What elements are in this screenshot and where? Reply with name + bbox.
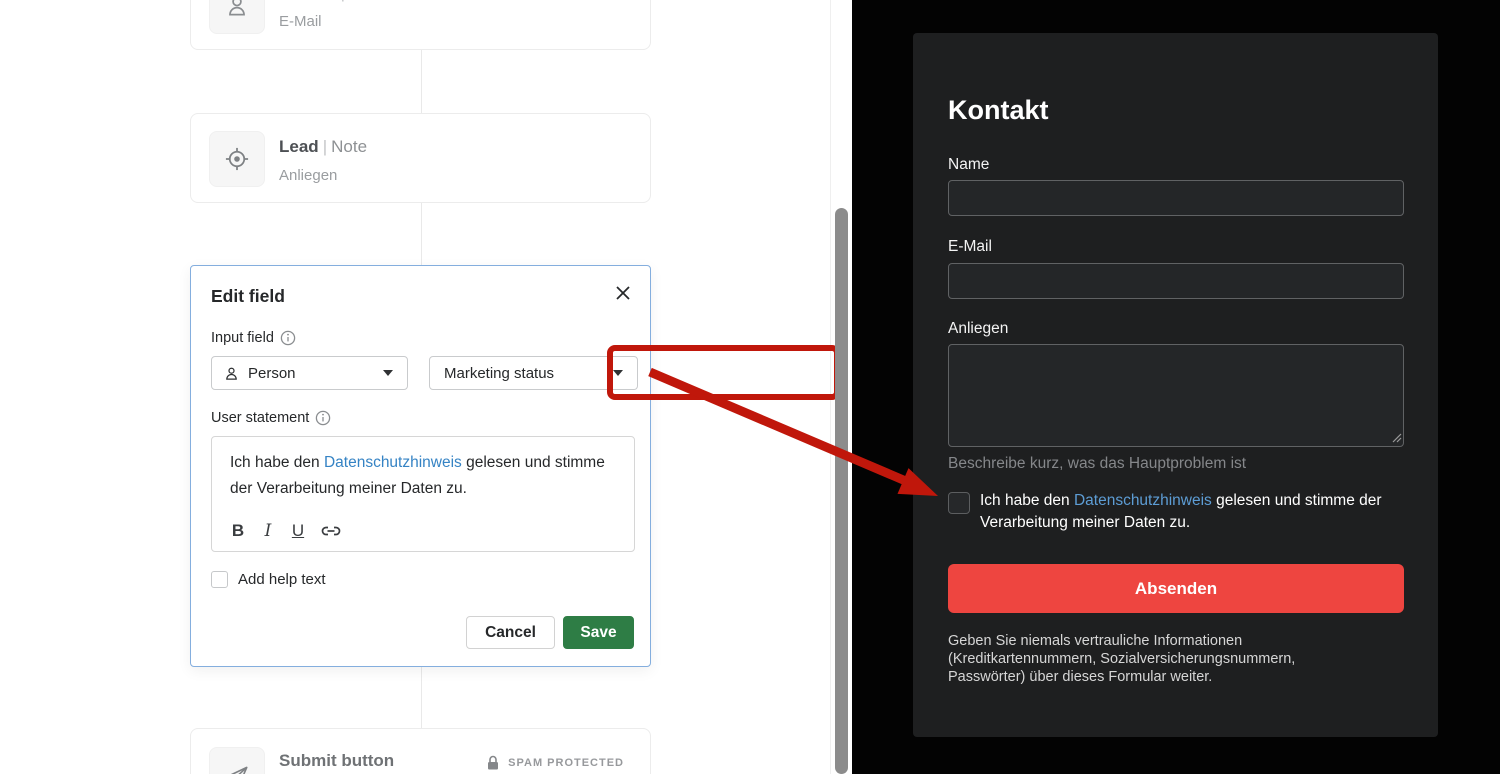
field-card-title: Submit button [279,751,394,771]
statement-text: Ich habe den Datenschutzhinweis gelesen … [230,450,620,502]
underline-button[interactable]: U [290,521,306,541]
edit-field-dialog: Edit field Input field Person Marketing … [190,265,651,667]
email-label: E-Mail [948,238,992,256]
name-input[interactable] [948,180,1404,216]
preview-pane: Kontakt Name E-Mail Anliegen Beschreibe … [852,0,1500,774]
name-label: Name [948,156,989,174]
field-dropdown[interactable]: Marketing status [429,356,638,390]
lock-icon [486,755,500,771]
field-card-title: Lead|Note [279,137,367,157]
note-textarea[interactable] [948,344,1404,447]
note-label: Anliegen [948,320,1008,338]
user-statement-label: User statement [211,410,331,426]
add-help-text-checkbox[interactable] [211,571,228,588]
entity-dropdown-value: Person [248,365,296,382]
datenschutz-link[interactable]: Datenschutzhinweis [324,454,462,471]
info-icon[interactable] [315,410,331,426]
disclaimer-text: Geben Sie niemals vertrauliche Informati… [948,632,1338,686]
red-highlight-rectangle [607,345,840,400]
submit-button[interactable]: Absenden [948,564,1404,613]
save-button[interactable]: Save [563,616,634,649]
spam-protected-badge: SPAM PROTECTED [486,755,624,771]
note-helper-text: Beschreibe kurz, was das Hauptproblem is… [948,455,1246,473]
datenschutz-link-preview[interactable]: Datenschutzhinweis [1074,492,1212,509]
connector-line [421,203,422,265]
bold-button[interactable]: B [230,521,246,541]
connector-line [421,50,422,113]
canvas-edge-divider [830,0,831,774]
field-card-lead-note[interactable]: Lead|Note Anliegen [190,113,651,203]
entity-dropdown[interactable]: Person [211,356,408,390]
cancel-button[interactable]: Cancel [466,616,555,649]
person-icon [224,366,239,381]
scrollbar-thumb[interactable] [835,208,848,774]
field-card-subtitle: Anliegen [279,167,337,184]
field-card-person-email[interactable]: Person|Email E-Mail [190,0,651,50]
consent-text: Ich habe den Datenschutzhinweis gelesen … [980,490,1400,534]
form-preview-card: Kontakt Name E-Mail Anliegen Beschreibe … [913,33,1438,737]
form-builder-canvas: Person|Email E-Mail Lead|Note Anliegen E… [0,0,852,774]
target-icon [209,131,265,187]
consent-checkbox[interactable] [948,492,970,514]
email-input[interactable] [948,263,1404,299]
chevron-down-icon [383,370,393,376]
link-icon[interactable] [320,522,342,540]
info-icon[interactable] [280,330,296,346]
input-field-label: Input field [211,330,296,346]
add-help-text-row: Add help text [211,571,326,588]
field-dropdown-value: Marketing status [444,365,554,382]
spam-protected-label: SPAM PROTECTED [508,757,624,769]
field-card-title: Person|Email [279,0,392,3]
richtext-toolbar: B I U [230,521,342,541]
dialog-title: Edit field [211,286,285,307]
italic-button[interactable]: I [260,521,276,541]
close-icon[interactable] [612,282,634,304]
add-help-text-label: Add help text [238,571,326,588]
field-card-subtitle: E-Mail [279,13,322,30]
chevron-down-icon [613,370,623,376]
person-icon [209,0,265,34]
connector-line [421,667,422,728]
form-title: Kontakt [948,95,1049,126]
app-root: { "builder": { "email_card": { "title_bo… [0,0,1500,774]
paper-plane-icon [209,747,265,774]
user-statement-editor[interactable]: Ich habe den Datenschutzhinweis gelesen … [211,436,635,552]
field-card-submit[interactable]: Submit button SPAM PROTECTED [190,728,651,774]
